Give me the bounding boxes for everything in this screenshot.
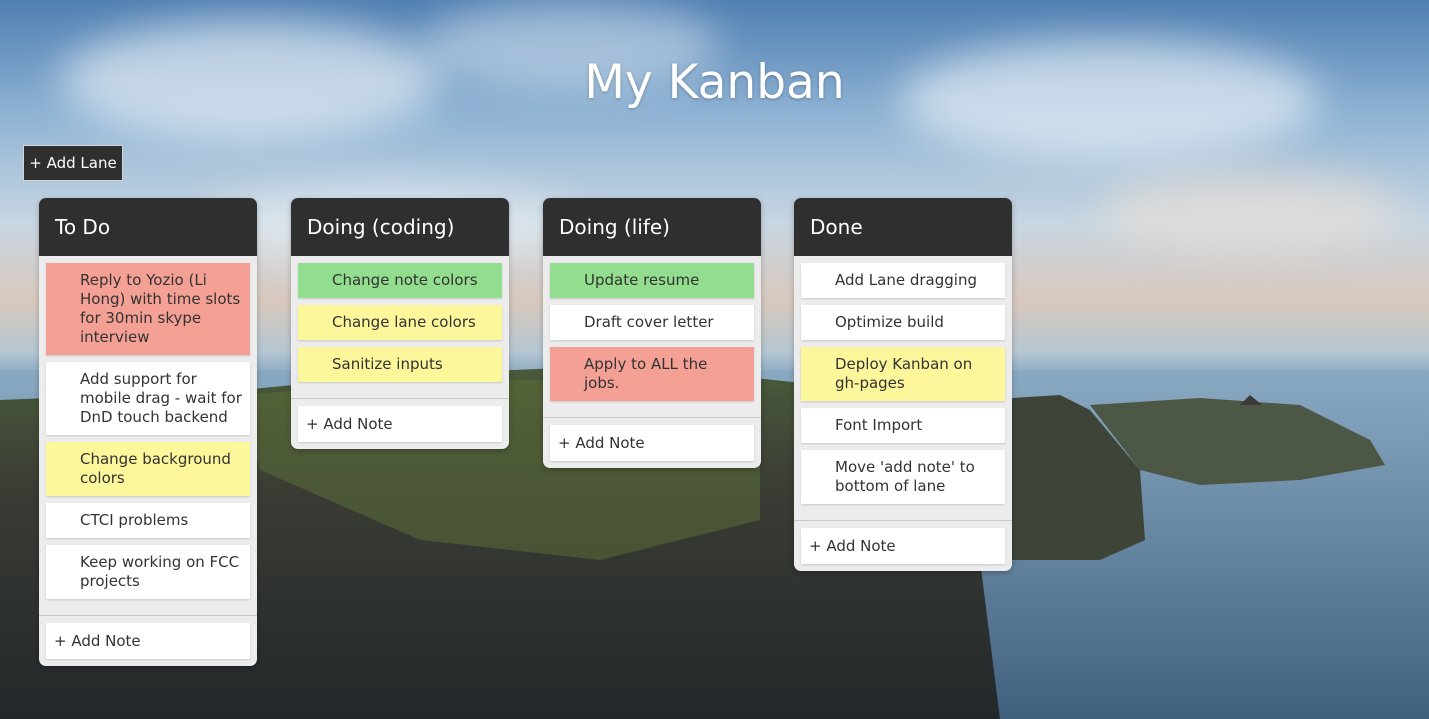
add-note-button[interactable]: + Add Note: [550, 425, 754, 461]
lane-footer: + Add Note: [794, 520, 1012, 571]
lane-header[interactable]: Done: [794, 198, 1012, 256]
note-card[interactable]: CTCI problems: [46, 503, 250, 538]
lane-footer: + Add Note: [291, 398, 509, 449]
note-card[interactable]: Font Import: [801, 408, 1005, 443]
note-card[interactable]: Deploy Kanban on gh-pages: [801, 347, 1005, 401]
note-card[interactable]: Change background colors: [46, 442, 250, 496]
note-list: Change note colors Change lane colors Sa…: [291, 256, 509, 382]
add-lane-button[interactable]: + Add Lane: [23, 145, 123, 181]
note-card[interactable]: Change lane colors: [298, 305, 502, 340]
note-card[interactable]: Change note colors: [298, 263, 502, 298]
note-card[interactable]: Draft cover letter: [550, 305, 754, 340]
lane-title[interactable]: Doing (coding): [307, 215, 454, 239]
lane-title[interactable]: Doing (life): [559, 215, 670, 239]
lane-footer: + Add Note: [543, 417, 761, 468]
lane-doing-coding[interactable]: Doing (coding) Change note colors Change…: [291, 198, 509, 449]
lane-done[interactable]: Done Add Lane dragging Optimize build De…: [794, 198, 1012, 571]
lane-header[interactable]: Doing (coding): [291, 198, 509, 256]
lane-footer: + Add Note: [39, 615, 257, 666]
lane-doing-life[interactable]: Doing (life) Update resume Draft cover l…: [543, 198, 761, 468]
note-card[interactable]: Add Lane dragging: [801, 263, 1005, 298]
add-note-button[interactable]: + Add Note: [298, 406, 502, 442]
note-card[interactable]: Sanitize inputs: [298, 347, 502, 382]
lane-to-do[interactable]: To Do Reply to Yozio (Li Hong) with time…: [39, 198, 257, 666]
note-card[interactable]: Move 'add note' to bottom of lane: [801, 450, 1005, 504]
note-card[interactable]: Keep working on FCC projects: [46, 545, 250, 599]
note-card[interactable]: Apply to ALL the jobs.: [550, 347, 754, 401]
note-card[interactable]: Add support for mobile drag - wait for D…: [46, 362, 250, 435]
add-note-button[interactable]: + Add Note: [46, 623, 250, 659]
note-card[interactable]: Optimize build: [801, 305, 1005, 340]
note-list: Add Lane dragging Optimize build Deploy …: [794, 256, 1012, 504]
lane-header[interactable]: To Do: [39, 198, 257, 256]
note-list: Reply to Yozio (Li Hong) with time slots…: [39, 256, 257, 599]
add-note-button[interactable]: + Add Note: [801, 528, 1005, 564]
note-card[interactable]: Reply to Yozio (Li Hong) with time slots…: [46, 263, 250, 355]
lane-header[interactable]: Doing (life): [543, 198, 761, 256]
lane-title[interactable]: Done: [810, 215, 863, 239]
note-list: Update resume Draft cover letter Apply t…: [543, 256, 761, 401]
lane-title[interactable]: To Do: [55, 215, 110, 239]
page-title: My Kanban: [584, 55, 845, 110]
note-card[interactable]: Update resume: [550, 263, 754, 298]
